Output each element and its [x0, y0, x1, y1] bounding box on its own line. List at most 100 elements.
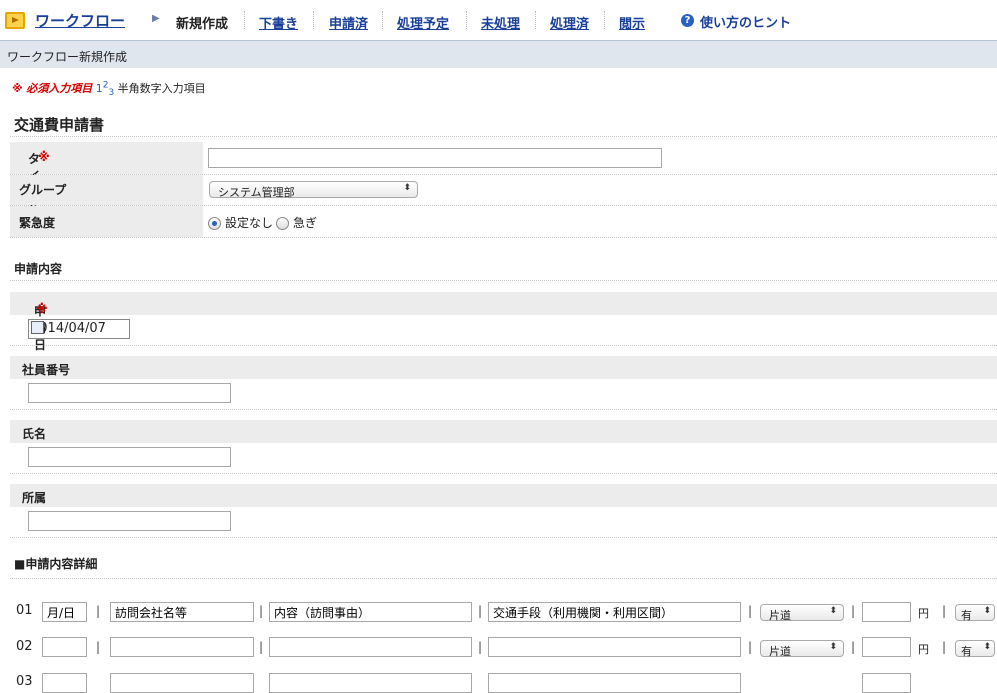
select-arrows-icon: ⬍: [983, 606, 991, 616]
row-separator: |: [942, 604, 947, 618]
help-icon[interactable]: ?: [681, 14, 694, 27]
divider: [10, 280, 997, 281]
calendar-icon[interactable]: [31, 321, 44, 334]
workflow-logo-icon: [5, 12, 25, 29]
department-label-band: 所属: [10, 484, 997, 507]
required-legend: 必須入力項目: [26, 82, 93, 95]
select-arrows-icon: ⬍: [829, 642, 837, 652]
urgency-urgent-label[interactable]: 急ぎ: [293, 214, 317, 231]
row-amount-input[interactable]: [862, 602, 911, 622]
nav-pending[interactable]: 未処理: [481, 13, 520, 32]
nav-arrow-icon: ▶: [152, 13, 160, 24]
row-company-input[interactable]: [110, 602, 254, 622]
select-arrows-icon: ⬍: [829, 606, 837, 616]
row-transport-input[interactable]: [488, 673, 741, 693]
urgency-none-radio[interactable]: [208, 217, 221, 230]
urgency-label-cell: 緊急度: [10, 206, 203, 237]
department-label: 所属: [22, 491, 47, 505]
nav-new[interactable]: 新規作成: [176, 13, 228, 32]
employee-no-label: 社員番号: [22, 363, 71, 377]
name-label-band: 氏名: [10, 420, 997, 443]
title-label-cell: タイトル※: [10, 142, 203, 217]
row-separator: |: [96, 640, 101, 654]
detail-heading: ■申請内容詳細: [14, 557, 98, 571]
row-separator: |: [478, 640, 483, 654]
row-separator: |: [748, 640, 753, 654]
row-date-input[interactable]: [42, 673, 87, 693]
row-purpose-input[interactable]: [269, 637, 472, 657]
divider: [10, 409, 997, 410]
nav-separator: [535, 11, 537, 29]
half-width-legend: 半角数字入力項目: [117, 82, 206, 95]
row-separator: |: [259, 640, 264, 654]
title-input[interactable]: [208, 148, 662, 168]
group-label: グループ: [19, 183, 67, 197]
divider: [10, 578, 997, 579]
content-heading: 申請内容: [14, 262, 63, 276]
row-company-input[interactable]: [110, 673, 254, 693]
row-trip-value: 片道: [769, 609, 791, 622]
department-input[interactable]: [28, 511, 231, 531]
employee-no-label-band: 社員番号: [10, 356, 997, 379]
row-separator: |: [96, 604, 101, 618]
nav-submitted[interactable]: 申請済: [329, 13, 368, 32]
urgency-urgent-radio[interactable]: [276, 217, 289, 230]
divider: [10, 345, 997, 346]
row-receipt-select[interactable]: 有 ⬍: [955, 604, 995, 622]
nav-separator: [244, 11, 246, 29]
nav-separator: [313, 11, 315, 29]
nav-processed[interactable]: 処理済: [550, 13, 589, 32]
nav-drafts[interactable]: 下書き: [259, 13, 298, 32]
nav-separator: [382, 11, 384, 29]
section-bar: ワークフロー新規作成: [0, 40, 997, 68]
date-label-band: 申請日※: [10, 292, 997, 352]
row-separator: |: [259, 604, 264, 618]
form-title: 交通費申請書: [14, 116, 105, 134]
urgency-none-label[interactable]: 設定なし: [225, 214, 273, 231]
row-amount-input[interactable]: [862, 637, 911, 657]
row-transport-input[interactable]: [488, 602, 741, 622]
row-purpose-input[interactable]: [269, 673, 472, 693]
date-input[interactable]: 2014/04/07: [28, 319, 130, 339]
divider: [10, 473, 997, 474]
nav-separator: [604, 11, 606, 29]
select-arrows-icon: ⬍: [983, 642, 991, 652]
nav-scheduled[interactable]: 処理予定: [397, 13, 449, 32]
divider: [10, 537, 997, 538]
row-transport-input[interactable]: [488, 637, 741, 657]
row-date-input[interactable]: [42, 602, 87, 622]
nav-viewed[interactable]: 閲示: [619, 13, 645, 32]
row-trip-select[interactable]: 片道 ⬍: [760, 604, 844, 622]
section-title: ワークフロー新規作成: [7, 50, 128, 64]
employee-no-input[interactable]: [28, 383, 231, 403]
divider: [10, 237, 997, 238]
row-separator: |: [851, 604, 856, 618]
name-input[interactable]: [28, 447, 231, 467]
divider: [10, 136, 997, 137]
urgency-label: 緊急度: [19, 216, 56, 230]
nav-separator: [466, 11, 468, 29]
hint-link[interactable]: 使い方のヒント: [700, 12, 791, 31]
required-mark: ※: [38, 150, 50, 164]
required-mark: ※: [36, 302, 48, 316]
row-number: 02: [16, 639, 33, 654]
yen-label: 円: [918, 643, 929, 656]
row-separator: |: [478, 604, 483, 618]
row-separator: |: [942, 640, 947, 654]
row-receipt-value: 有: [961, 645, 972, 658]
row-separator: |: [851, 640, 856, 654]
row-receipt-value: 有: [961, 609, 972, 622]
row-purpose-input[interactable]: [269, 602, 472, 622]
row-date-input[interactable]: [42, 637, 87, 657]
app-title[interactable]: ワークフロー: [35, 10, 125, 31]
row-amount-input[interactable]: [862, 673, 911, 693]
row-number: 01: [16, 603, 33, 618]
row-company-input[interactable]: [110, 637, 254, 657]
name-label: 氏名: [22, 427, 47, 441]
select-arrows-icon: ⬍: [403, 183, 411, 193]
row-receipt-select[interactable]: 有 ⬍: [955, 640, 995, 658]
legend: ※ 必須入力項目 123 半角数字入力項目: [12, 80, 206, 98]
row-trip-select[interactable]: 片道 ⬍: [760, 640, 844, 658]
group-select[interactable]: システム管理部 ⬍: [209, 181, 418, 199]
required-mark: ※: [12, 82, 23, 95]
